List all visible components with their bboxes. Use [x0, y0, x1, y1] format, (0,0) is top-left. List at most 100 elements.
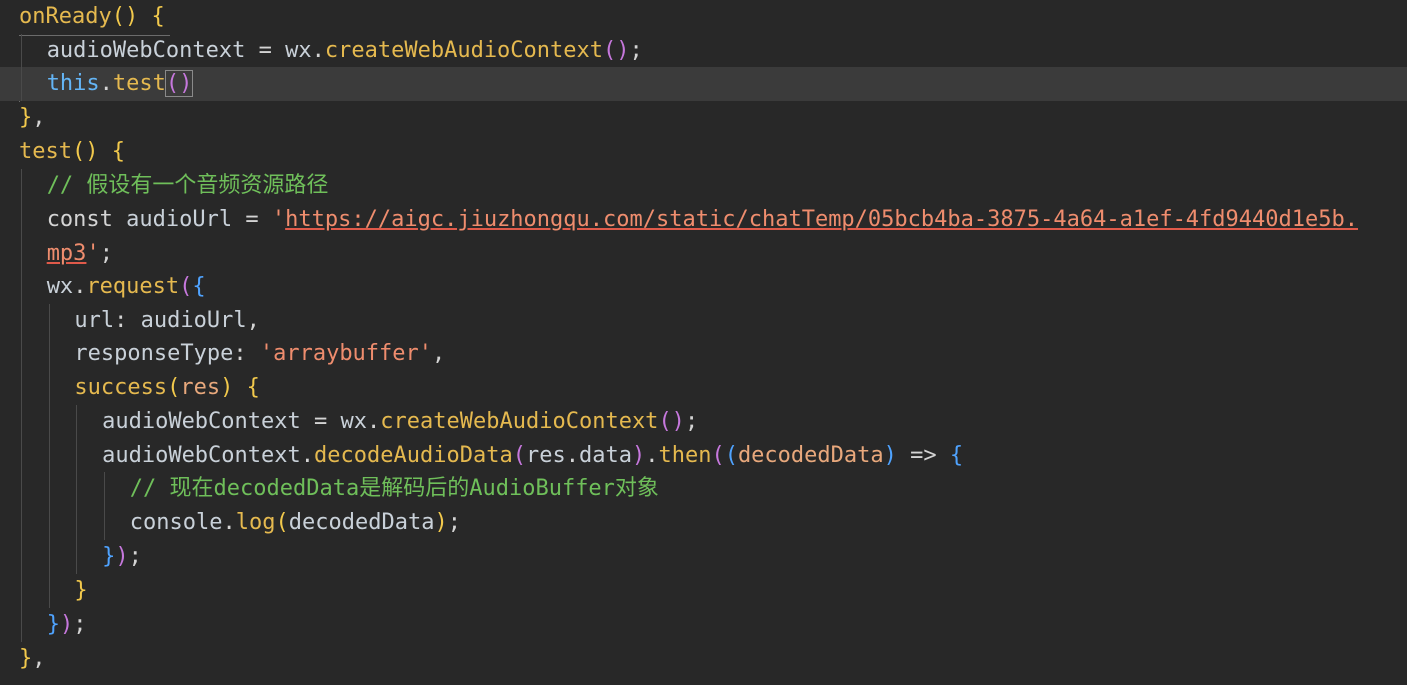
code-text: mp3';: [47, 237, 113, 271]
code-token: createWebAudioContext: [380, 409, 659, 434]
code-line[interactable]: success(res) {: [0, 371, 1407, 405]
code-token: success: [74, 375, 168, 400]
code-token: (: [512, 443, 526, 468]
code-line[interactable]: // 假设有一个音频资源路径: [0, 169, 1407, 203]
code-token: wx: [46, 274, 74, 299]
indent-guide: [104, 472, 106, 506]
code-token: request: [86, 274, 180, 299]
code-text: });: [47, 608, 87, 642]
code-editor[interactable]: onReady() {audioWebContext = wx.createWe…: [0, 0, 1407, 685]
code-token: ): [883, 443, 897, 468]
code-text: console.log(decodedData);: [130, 506, 461, 540]
code-token: audioWebContext: [102, 443, 301, 468]
code-line[interactable]: }: [0, 574, 1407, 608]
code-token: ): [434, 510, 448, 535]
code-token: (): [603, 38, 630, 63]
code-token: console: [129, 510, 223, 535]
code-token: .: [99, 71, 113, 96]
indent-guide: [48, 439, 50, 473]
indent-guide: [21, 304, 22, 338]
indent-guide: [48, 371, 50, 405]
code-token: wx: [285, 38, 312, 63]
code-token: {: [246, 375, 260, 400]
code-text: });: [102, 540, 142, 574]
code-text: // 假设有一个音频资源路径: [47, 169, 329, 203]
code-token: createWebAudioContext: [324, 38, 604, 63]
code-line[interactable]: },: [0, 642, 1407, 676]
code-token: // 现在decodedData是解码后的AudioBuffer对象: [129, 476, 659, 501]
code-token: res: [525, 443, 566, 468]
code-token: ,: [246, 308, 260, 333]
code-token: (: [167, 375, 181, 400]
code-token: test: [19, 139, 72, 164]
code-token: .: [222, 510, 236, 535]
code-token: log: [235, 510, 276, 535]
code-line[interactable]: });: [0, 608, 1407, 642]
code-text: }: [74, 574, 87, 608]
code-token: :: [114, 308, 141, 333]
code-token: audioWebContext: [102, 409, 301, 434]
code-line[interactable]: mp3';: [0, 237, 1407, 271]
code-line[interactable]: responseType: 'arraybuffer',: [0, 337, 1407, 371]
code-token: .: [367, 409, 381, 434]
code-token: .: [645, 443, 659, 468]
code-token: ,: [32, 646, 46, 671]
code-token: .: [565, 443, 579, 468]
code-token: =: [300, 409, 341, 434]
indent-guide: [21, 203, 22, 237]
code-line[interactable]: this.test(): [0, 67, 1407, 101]
code-token: ;: [684, 409, 699, 434]
code-token: wx: [340, 409, 368, 434]
code-line[interactable]: audioWebContext.decodeAudioData(res.data…: [0, 439, 1407, 473]
code-line[interactable]: });: [0, 540, 1407, 574]
code-line[interactable]: // 现在decodedData是解码后的AudioBuffer对象: [0, 472, 1407, 506]
indent-guide: [21, 67, 22, 101]
code-token: ': [86, 241, 100, 266]
indent-guide: [48, 574, 50, 608]
code-token: (): [164, 70, 194, 97]
indent-guide: [104, 506, 106, 540]
indent-guide: [21, 574, 22, 608]
code-token: {: [151, 4, 165, 29]
code-token: :: [233, 341, 260, 366]
code-token: ): [631, 443, 646, 468]
code-line[interactable]: onReady() {: [0, 0, 1407, 34]
code-line[interactable]: const audioUrl = 'https://aigc.jiuzhongq…: [0, 203, 1407, 237]
code-line[interactable]: wx.request({: [0, 270, 1407, 304]
code-token: ;: [128, 544, 142, 569]
indent-guide: [21, 169, 22, 203]
code-line[interactable]: console.log(decodedData);: [0, 506, 1407, 540]
indent-guide: [21, 439, 22, 473]
code-token: }: [19, 646, 33, 671]
code-line[interactable]: url: audioUrl,: [0, 304, 1407, 338]
code-token: decodedData: [737, 443, 884, 468]
indent-guide: [21, 337, 22, 371]
code-line[interactable]: test() {: [0, 135, 1407, 169]
code-token: .: [73, 274, 87, 299]
code-token: const: [46, 207, 113, 232]
code-token: =: [232, 207, 272, 232]
code-text: this.test(): [47, 67, 194, 101]
code-token: {: [111, 139, 125, 164]
indent-guide: [21, 237, 22, 271]
code-token: responseType: [74, 341, 234, 366]
code-token: }: [102, 544, 116, 569]
code-token: (): [71, 139, 99, 164]
code-token: ): [59, 612, 74, 637]
code-line[interactable]: audioWebContext = wx.createWebAudioConte…: [0, 34, 1407, 68]
code-token: mp3: [46, 241, 87, 266]
code-text: success(res) {: [74, 371, 259, 405]
code-line[interactable]: },: [0, 101, 1407, 135]
code-token: https://aigc.jiuzhongqu.com/static/chatT…: [285, 207, 1358, 232]
code-text: },: [19, 642, 46, 676]
code-line[interactable]: audioWebContext = wx.createWebAudioConte…: [0, 405, 1407, 439]
code-token: onReady: [19, 4, 112, 29]
code-token: 'arraybuffer': [259, 341, 433, 366]
code-token: {: [192, 274, 206, 299]
code-token: (: [711, 443, 725, 468]
code-token: data: [578, 443, 632, 468]
code-token: ): [220, 375, 234, 400]
code-token: audioUrl: [126, 207, 233, 232]
code-token: }: [19, 105, 33, 130]
